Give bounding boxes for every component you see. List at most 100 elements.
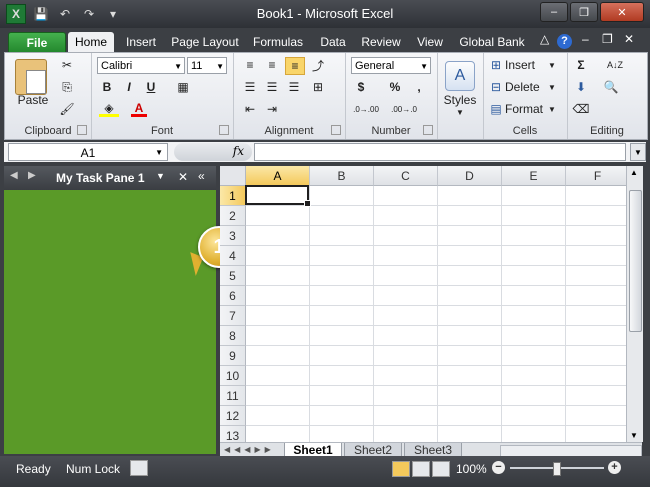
align-right-icon[interactable]: ☰ [285, 79, 303, 95]
sheet-tab-2[interactable]: Sheet2 [344, 443, 402, 457]
row-header-13[interactable]: 13 [220, 426, 246, 442]
tab-review[interactable]: Review [356, 32, 406, 52]
fill-color-icon[interactable]: ◈ [99, 101, 119, 117]
autosum-button[interactable]: Σ [573, 57, 589, 73]
row-header-11[interactable]: 11 [220, 386, 246, 406]
expand-formula-bar-icon[interactable]: ▼ [630, 143, 646, 161]
name-box[interactable]: A1 ▼ [8, 143, 168, 161]
sheet-tab-1[interactable]: Sheet1 [284, 443, 342, 457]
column-header-e[interactable]: E [502, 166, 566, 186]
clipboard-launcher-icon[interactable] [77, 125, 87, 135]
align-center-icon[interactable]: ☰ [263, 79, 281, 95]
font-color-button[interactable]: A [131, 101, 147, 117]
task-pane-collapse-icon[interactable]: « [198, 169, 205, 183]
align-middle-icon[interactable]: ≡ [263, 57, 281, 73]
back-icon[interactable]: ◀ [10, 170, 18, 181]
find-select-icon[interactable]: 🔍 [603, 79, 619, 95]
row-header-4[interactable]: 4 [220, 246, 246, 266]
merge-icon[interactable]: ⊞ [309, 79, 327, 95]
delete-cells-button[interactable]: Delete [505, 79, 545, 95]
forward-icon[interactable]: ▶ [28, 170, 36, 181]
orientation-icon[interactable]: ⤴ [309, 57, 327, 73]
increase-indent-icon[interactable]: ⇥ [263, 101, 281, 117]
italic-button[interactable]: I [121, 79, 137, 95]
column-header-a[interactable]: A [246, 166, 310, 186]
task-pane-close-icon[interactable]: ✕ [178, 170, 188, 184]
tab-data[interactable]: Data [314, 32, 352, 52]
tab-view[interactable]: View [410, 32, 450, 52]
tab-page-layout[interactable]: Page Layout [168, 32, 242, 52]
alignment-launcher-icon[interactable] [331, 125, 341, 135]
select-all-corner[interactable] [220, 166, 246, 186]
tab-global-bank[interactable]: Global Bank [454, 32, 530, 52]
close-button[interactable]: ✕ [600, 2, 644, 22]
paste-icon[interactable] [15, 59, 47, 95]
sheet-nav-icons[interactable]: ◀◀◀▶▶ [224, 443, 275, 457]
insert-function-icon[interactable]: fx [233, 144, 244, 158]
align-bottom-icon[interactable]: ≡ [285, 57, 305, 75]
number-launcher-icon[interactable] [423, 125, 433, 135]
chevron-down-icon[interactable]: ▼ [547, 101, 557, 117]
number-format-select[interactable]: General ▼ [351, 57, 431, 74]
font-family-select[interactable]: Calibri ▼ [97, 57, 185, 74]
clear-icon[interactable]: ⌫ [573, 101, 590, 117]
normal-view-icon[interactable] [392, 461, 410, 477]
chevron-down-icon[interactable]: ▼ [452, 107, 468, 117]
currency-button[interactable]: $ [353, 79, 369, 95]
percent-button[interactable]: % [387, 79, 403, 95]
page-break-view-icon[interactable] [432, 461, 450, 477]
tab-insert[interactable]: Insert [118, 32, 164, 52]
row-header-12[interactable]: 12 [220, 406, 246, 426]
scroll-down-icon[interactable]: ▼ [630, 431, 638, 440]
zoom-in-icon[interactable]: + [608, 461, 621, 474]
tab-formulas[interactable]: Formulas [248, 32, 308, 52]
row-header-2[interactable]: 2 [220, 206, 246, 226]
vertical-scrollbar[interactable]: ▲ ▼ [626, 166, 643, 442]
scroll-up-icon[interactable]: ▲ [630, 168, 638, 177]
comma-button[interactable]: , [411, 79, 427, 95]
tab-home[interactable]: Home [68, 32, 114, 52]
border-icon[interactable]: ▦ [175, 79, 191, 95]
zoom-out-icon[interactable]: − [492, 461, 505, 474]
chevron-down-icon[interactable]: ▼ [547, 57, 557, 73]
styles-button[interactable]: Styles [437, 93, 483, 107]
worksheet-grid[interactable]: ABCDEF 1 2 3 4 5 6 7 8 9 10 11 12 13 [220, 166, 626, 442]
cell-area[interactable] [246, 186, 626, 442]
font-launcher-icon[interactable] [219, 125, 229, 135]
align-top-icon[interactable]: ≡ [241, 57, 259, 73]
formula-input[interactable] [254, 143, 626, 161]
zoom-level[interactable]: 100% [456, 462, 487, 476]
chevron-down-icon[interactable]: ▼ [547, 79, 557, 95]
ribbon-collapse-icon[interactable]: △ [540, 32, 549, 46]
row-header-9[interactable]: 9 [220, 346, 246, 366]
sheet-tab-3[interactable]: Sheet3 [404, 443, 462, 457]
styles-icon[interactable]: A [445, 61, 475, 91]
paste-button[interactable]: Paste [11, 93, 55, 107]
increase-decimal-button[interactable]: .0→.00 [349, 101, 383, 117]
insert-cells-button[interactable]: Insert [505, 57, 545, 73]
macro-record-icon[interactable] [130, 460, 148, 476]
align-left-icon[interactable]: ☰ [241, 79, 259, 95]
decrease-decimal-button[interactable]: .00→.0 [387, 101, 421, 117]
fill-icon[interactable]: ⬇ [573, 79, 589, 95]
bold-button[interactable]: B [99, 79, 115, 95]
row-header-3[interactable]: 3 [220, 226, 246, 246]
tab-file[interactable]: File [8, 32, 66, 53]
vertical-scroll-thumb[interactable] [629, 190, 642, 332]
row-header-5[interactable]: 5 [220, 266, 246, 286]
underline-button[interactable]: U [143, 79, 159, 95]
help-icon[interactable]: ? [557, 34, 572, 49]
decrease-indent-icon[interactable]: ⇤ [241, 101, 259, 117]
task-pane-menu-icon[interactable]: ▼ [156, 171, 165, 181]
row-header-8[interactable]: 8 [220, 326, 246, 346]
column-header-b[interactable]: B [310, 166, 374, 186]
row-header-6[interactable]: 6 [220, 286, 246, 306]
column-header-c[interactable]: C [374, 166, 438, 186]
zoom-slider-thumb[interactable] [553, 462, 561, 476]
sort-filter-button[interactable]: A↓Z [603, 57, 627, 73]
row-header-10[interactable]: 10 [220, 366, 246, 386]
font-size-select[interactable]: 11 ▼ [187, 57, 227, 74]
column-header-d[interactable]: D [438, 166, 502, 186]
doc-close-icon[interactable]: ✕ [624, 32, 634, 46]
row-header-1[interactable]: 1 [220, 186, 246, 206]
